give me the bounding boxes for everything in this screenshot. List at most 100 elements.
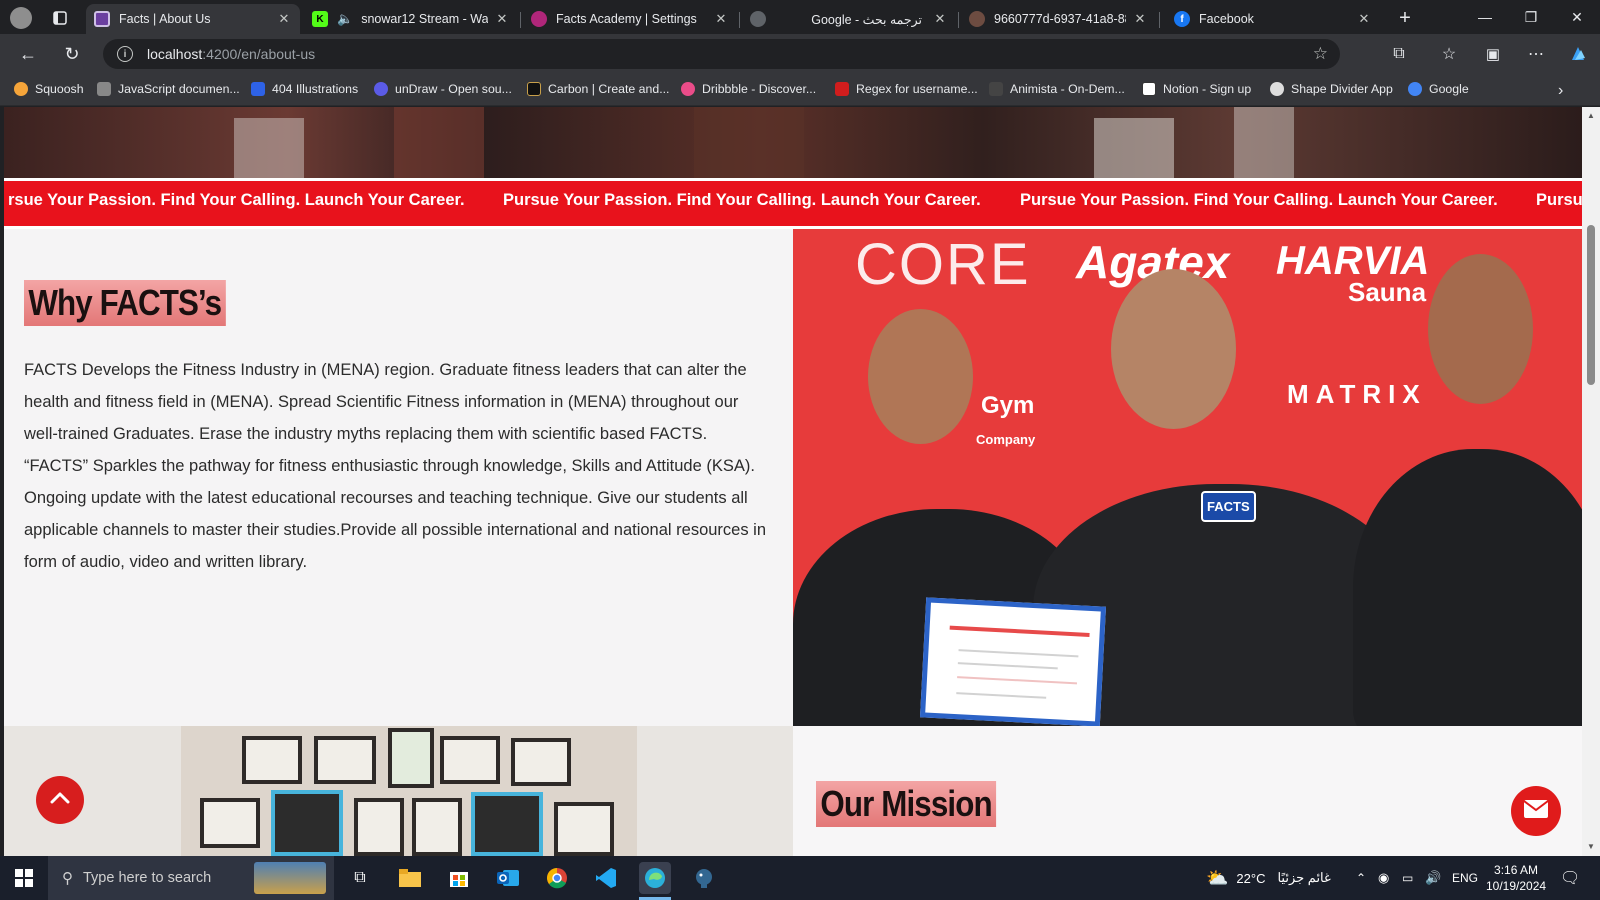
store-icon[interactable] [443, 862, 475, 894]
back-icon[interactable]: ← [14, 40, 42, 68]
restore-icon[interactable]: ❐ [1508, 0, 1554, 34]
copilot-icon[interactable] [1564, 40, 1592, 68]
contact-mail-button[interactable] [1511, 786, 1561, 836]
volume-icon[interactable]: 🔊 [1425, 856, 1441, 900]
profile-avatar[interactable] [10, 7, 32, 29]
new-tab-icon[interactable]: + [1394, 7, 1416, 29]
tab-facebook[interactable]: f Facebook ✕ [1166, 4, 1380, 34]
tab-settings[interactable]: Facts Academy | Settings ✕ [523, 4, 737, 34]
weather-cloud-icon: ⛅ [1206, 867, 1229, 888]
bookmarks-overflow-icon[interactable]: › [1558, 82, 1563, 100]
show-hidden-icons-icon[interactable]: ⌃ [1356, 856, 1366, 900]
google-favicon-icon [750, 11, 766, 27]
bookmark-item[interactable]: Notion - Sign up [1142, 82, 1251, 96]
chrome-icon[interactable] [541, 862, 573, 894]
minimize-icon[interactable]: ― [1462, 0, 1508, 34]
extensions-icon[interactable]: ⧉ [1385, 40, 1413, 68]
bookmark-favicon-icon [97, 82, 111, 96]
tab-strip: Facts | About Us ✕ K 🔈 snowar12 Stream -… [0, 0, 1600, 34]
clock[interactable]: 3:16 AM 10/19/2024 [1486, 856, 1546, 900]
bookmark-item[interactable]: JavaScript documen... [97, 82, 240, 96]
bookmark-item[interactable]: Squoosh [14, 82, 84, 96]
hero-image [4, 107, 1582, 178]
scrollbar-thumb[interactable] [1587, 225, 1595, 385]
bookmarks-bar: Squoosh JavaScript documen... 404 Illust… [0, 74, 1600, 106]
page-scrollbar[interactable]: ▲ ▼ [1582, 107, 1600, 856]
bookmark-label: unDraw - Open sou... [395, 82, 512, 96]
collections-icon[interactable]: ▣ [1479, 40, 1507, 68]
bookmark-item[interactable]: unDraw - Open sou... [374, 82, 512, 96]
close-tab-icon[interactable]: ✕ [713, 11, 729, 27]
task-view-icon[interactable]: ⧉ [344, 862, 376, 894]
why-facts-heading: Why FACTS’s [24, 280, 226, 326]
facts-favicon-icon [94, 11, 110, 27]
certificates-wall-photo [4, 726, 793, 856]
tab-title: Facts | About Us [119, 12, 211, 26]
tab-facts-about[interactable]: Facts | About Us ✕ [86, 4, 300, 34]
marquee-text: rsue Your Passion. Find Your Calling. La… [8, 191, 465, 209]
close-tab-icon[interactable]: ✕ [494, 11, 510, 27]
bookmark-item[interactable]: Regex for username... [835, 82, 978, 96]
sponsor-logo: MATRIX [1287, 379, 1427, 409]
notifications-icon[interactable]: 🗨 [1560, 856, 1580, 900]
address-bar[interactable]: i localhost:4200/en/about-us ☆ [103, 39, 1340, 69]
edge-icon[interactable] [639, 862, 671, 894]
tab-title: Facebook [1199, 12, 1254, 26]
bookmark-item[interactable]: Animista - On-Dem... [989, 82, 1125, 96]
bookmark-label: Carbon | Create and... [548, 82, 670, 96]
bookmark-favicon-icon [14, 82, 28, 96]
page-favicon-icon [969, 11, 985, 27]
close-tab-icon[interactable]: ✕ [1356, 11, 1372, 27]
scroll-up-arrow-icon[interactable]: ▲ [1586, 111, 1596, 121]
bookmark-item[interactable]: Carbon | Create and... [527, 82, 669, 96]
bookmark-star-icon[interactable]: ☆ [1313, 44, 1328, 64]
favorites-icon[interactable]: ☆ [1435, 40, 1463, 68]
bookmark-label: Squoosh [35, 82, 84, 96]
windows-start-icon[interactable] [8, 862, 40, 894]
bookmark-item[interactable]: Dribbble - Discover... [681, 82, 816, 96]
close-tab-icon[interactable]: ✕ [1132, 11, 1148, 27]
tab-guid[interactable]: 9660777d-6937-41a8-8824-c ✕ [961, 4, 1156, 34]
why-facts-paragraph: FACTS Develops the Fitness Industry in (… [24, 361, 767, 571]
scroll-to-top-button[interactable] [36, 776, 84, 824]
outlook-icon[interactable] [492, 862, 524, 894]
file-explorer-icon[interactable] [394, 862, 426, 894]
language-indicator[interactable]: ENG [1452, 856, 1478, 900]
marquee-text: Pursue Your Passion. Find Your Calling. … [1020, 191, 1498, 209]
bookmark-favicon-icon [835, 82, 849, 96]
record-icon[interactable]: ◉ [1378, 856, 1389, 900]
bookmark-favicon-icon [681, 82, 695, 96]
certificate [919, 597, 1107, 726]
tab-title: snowar12 Stream - Wat [361, 12, 488, 26]
tab-stream[interactable]: K 🔈 snowar12 Stream - Wat ✕ [304, 4, 518, 34]
clock-time: 3:16 AM [1494, 863, 1539, 877]
tab-actions-icon[interactable] [49, 7, 71, 29]
bookmark-label: JavaScript documen... [118, 82, 240, 96]
more-menu-icon[interactable]: ⋯ [1522, 40, 1550, 68]
bookmark-item[interactable]: 404 Illustrations [251, 82, 358, 96]
facebook-favicon-icon: f [1174, 11, 1190, 27]
bookmark-item[interactable]: Google [1408, 82, 1469, 96]
sponsor-logo: Gym [981, 392, 1035, 419]
tab-title: 9660777d-6937-41a8-8824-c [994, 12, 1126, 26]
speaker-icon[interactable]: 🔈 [337, 11, 353, 27]
weather-widget[interactable]: ⛅ 22°C غائم جزئيًا [1206, 856, 1331, 900]
bookmark-label: Regex for username... [856, 82, 978, 96]
vscode-icon[interactable] [590, 862, 622, 894]
close-window-icon[interactable]: ✕ [1554, 0, 1600, 34]
bookmark-label: Animista - On-Dem... [1010, 82, 1125, 96]
battery-icon[interactable]: ▭ [1402, 856, 1413, 900]
bookmark-label: 404 Illustrations [272, 82, 359, 96]
reload-icon[interactable]: ↻ [58, 40, 86, 68]
site-info-icon[interactable]: i [117, 46, 133, 62]
postgres-icon[interactable] [688, 862, 720, 894]
marquee-text: Pursue Your Passion. Find Your Calling. … [503, 191, 981, 209]
tab-google[interactable]: Google - ترجمه بحث ✕ [742, 4, 956, 34]
taskbar-search[interactable]: ⚲ Type here to search [48, 856, 334, 900]
close-tab-icon[interactable]: ✕ [276, 11, 292, 27]
bookmark-item[interactable]: Shape Divider App [1270, 82, 1393, 96]
scroll-down-arrow-icon[interactable]: ▼ [1586, 842, 1596, 852]
search-placeholder: Type here to search [83, 870, 212, 886]
close-tab-icon[interactable]: ✕ [932, 11, 948, 27]
bookmark-favicon-icon [374, 82, 388, 96]
